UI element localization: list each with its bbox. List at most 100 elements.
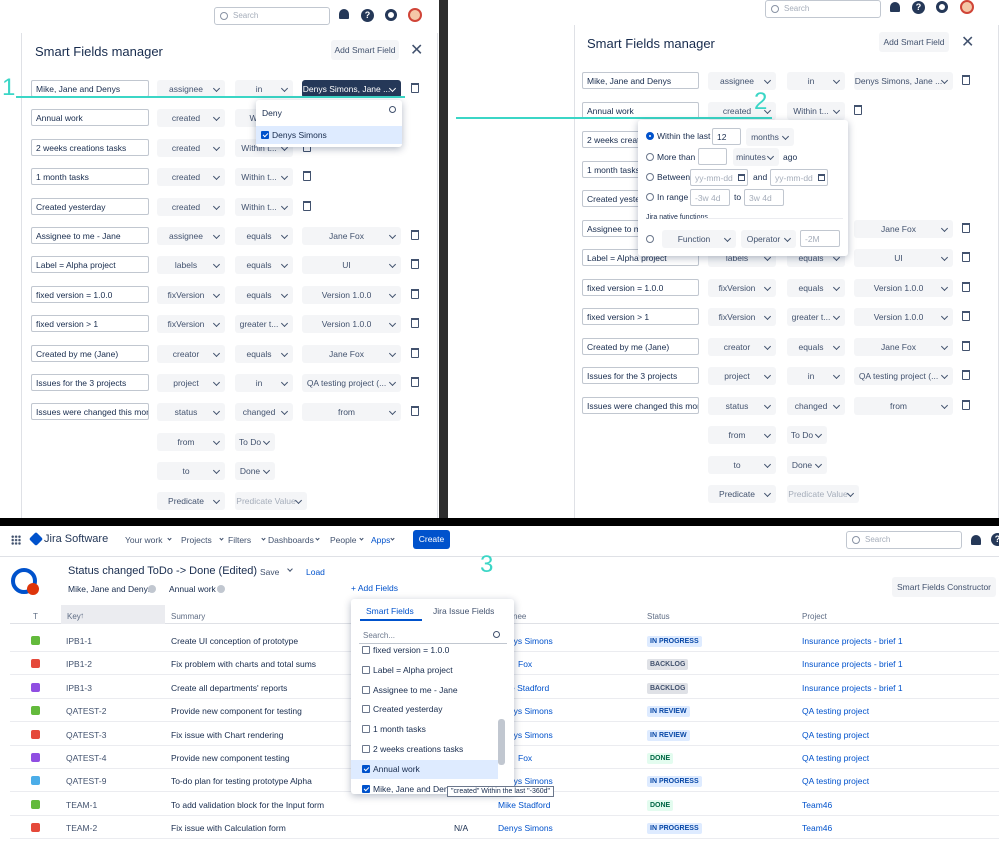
nav-people[interactable]: People [330, 535, 356, 545]
radio-more-than[interactable] [646, 153, 654, 161]
checkbox[interactable] [362, 725, 370, 734]
operator-select[interactable]: in [787, 72, 845, 90]
remove-chip-icon[interactable] [148, 585, 156, 593]
radio-within[interactable] [646, 132, 654, 140]
chevron-down-icon[interactable] [390, 536, 396, 541]
issue-key[interactable]: IPB1-2 [66, 659, 92, 669]
field-select[interactable]: status [157, 403, 225, 422]
close-icon[interactable]: ✕ [410, 40, 423, 60]
value-select[interactable]: Jane Fox [302, 344, 401, 363]
settings-icon[interactable] [385, 9, 397, 21]
delete-icon[interactable] [962, 252, 970, 262]
sub-value-select[interactable]: Predicate Value [787, 485, 859, 503]
remove-chip-icon[interactable] [217, 585, 225, 593]
col-project[interactable]: Project [802, 612, 827, 621]
range-from-input[interactable]: -3w 4d [690, 189, 730, 206]
issue-key[interactable]: QATEST-9 [66, 776, 106, 786]
project-link[interactable]: Insurance projects - brief 1 [802, 683, 903, 693]
radio-function[interactable] [646, 235, 654, 243]
delete-icon[interactable] [303, 171, 311, 182]
issue-summary[interactable]: Fix issue with Chart rendering [171, 730, 283, 740]
project-link[interactable]: QA testing project [802, 776, 869, 786]
load-button[interactable]: Load [306, 567, 325, 577]
delete-icon[interactable] [411, 259, 419, 270]
col-summary[interactable]: Summary [171, 612, 205, 621]
value-select[interactable]: QA testing project (... [854, 367, 953, 385]
sort-arrow-icon[interactable]: ↑ [80, 611, 84, 620]
smart-field-name-input[interactable]: Created by me (Jane) [31, 344, 149, 362]
value-select[interactable]: QA testing project (... [302, 374, 401, 392]
chevron-down-icon[interactable] [358, 536, 364, 541]
operator-select[interactable]: in [235, 374, 293, 392]
field-list-item[interactable]: Label = Alpha project [351, 661, 498, 680]
value-select[interactable]: Jane Fox [854, 219, 953, 238]
delete-icon[interactable] [411, 288, 419, 299]
nav-apps[interactable]: Apps [371, 535, 390, 545]
checkbox[interactable] [362, 745, 370, 753]
issue-summary[interactable]: Provide new component testing [171, 753, 290, 763]
delete-icon[interactable] [962, 222, 970, 233]
sub-field-select[interactable]: to [157, 462, 225, 481]
smart-field-name-input[interactable]: Mike, Jane and Denys [31, 80, 149, 97]
top-search-input[interactable]: Search [765, 0, 881, 18]
sub-value-select[interactable]: Predicate Value [235, 491, 307, 510]
calendar-icon[interactable] [818, 174, 825, 181]
sub-field-select[interactable]: from [708, 426, 776, 444]
create-button[interactable]: Create [413, 530, 450, 549]
value-select[interactable]: from [302, 403, 401, 422]
value-select[interactable]: from [854, 396, 953, 415]
nav-your-work[interactable]: Your work [125, 535, 162, 545]
field-select[interactable]: created [157, 197, 225, 216]
delete-icon[interactable] [962, 340, 970, 351]
smart-field-name-input[interactable]: Issues for the 3 projects [582, 367, 699, 384]
issue-summary[interactable]: Create UI conception of prototype [171, 636, 298, 646]
function-select[interactable]: Function [662, 230, 736, 248]
smart-field-name-input[interactable]: Issues were changed this mont [31, 403, 149, 421]
delete-icon[interactable] [411, 318, 419, 329]
table-row[interactable]: TEAM-1 To add validation block for the In… [10, 794, 999, 816]
issue-key[interactable]: TEAM-1 [66, 800, 97, 810]
delete-icon[interactable] [303, 200, 311, 211]
smart-field-name-input[interactable]: Created by me (Jane) [582, 337, 699, 355]
smart-field-name-input[interactable]: Created yesterday [31, 197, 149, 215]
smart-field-name-input[interactable]: Annual work [582, 101, 699, 119]
project-link[interactable]: Team46 [802, 823, 832, 833]
field-select[interactable]: fixVersion [708, 278, 776, 297]
more-than-unit-select[interactable]: minutes [733, 148, 779, 166]
project-link[interactable]: QA testing project [802, 706, 869, 716]
calendar-icon[interactable] [738, 174, 745, 181]
add-smart-field-button[interactable]: Add Smart Field [331, 40, 399, 60]
field-select[interactable]: fixVersion [157, 285, 225, 304]
field-select[interactable]: created [157, 138, 225, 157]
operator-select[interactable]: equals [235, 256, 293, 275]
help-icon[interactable]: ? [991, 533, 999, 546]
operator-select[interactable]: equals [787, 278, 845, 297]
col-assignee[interactable]: nee [513, 612, 526, 621]
within-unit-select[interactable]: months [746, 128, 794, 146]
chevron-down-icon[interactable] [287, 566, 293, 572]
issue-key[interactable]: QATEST-4 [66, 753, 106, 763]
value-select[interactable]: Version 1.0.0 [302, 315, 401, 334]
smart-field-name-input[interactable]: fixed version = 1.0.0 [31, 285, 149, 303]
issue-summary[interactable]: To add validation block for the Input fo… [171, 800, 324, 810]
jira-logo[interactable]: Jira Software [44, 533, 108, 545]
more-than-input[interactable] [698, 148, 727, 165]
sub-value-select[interactable]: To Do [235, 432, 275, 451]
smart-field-name-input[interactable]: 2 weeks creations tasks [31, 138, 149, 156]
close-icon[interactable]: ✕ [961, 32, 974, 52]
field-select[interactable]: status [708, 396, 776, 415]
field-select[interactable]: created [157, 109, 225, 128]
sub-field-select[interactable]: Predicate [708, 485, 776, 503]
checkbox[interactable] [362, 685, 370, 694]
delete-icon[interactable] [411, 406, 419, 417]
chip-smart-field-1[interactable]: Mike, Jane and Denys [68, 584, 152, 594]
smart-field-name-input[interactable]: fixed version > 1 [31, 315, 149, 333]
checkbox[interactable] [362, 705, 370, 714]
delete-icon[interactable] [962, 399, 970, 410]
function-value-input[interactable]: -2M [800, 230, 840, 247]
tab-jira-issue-fields[interactable]: Jira Issue Fields [433, 606, 494, 616]
operator-select[interactable]: equals [235, 285, 293, 304]
value-select[interactable]: UI [302, 256, 401, 275]
field-select[interactable]: fixVersion [157, 315, 225, 334]
radio-in-range[interactable] [646, 193, 654, 201]
